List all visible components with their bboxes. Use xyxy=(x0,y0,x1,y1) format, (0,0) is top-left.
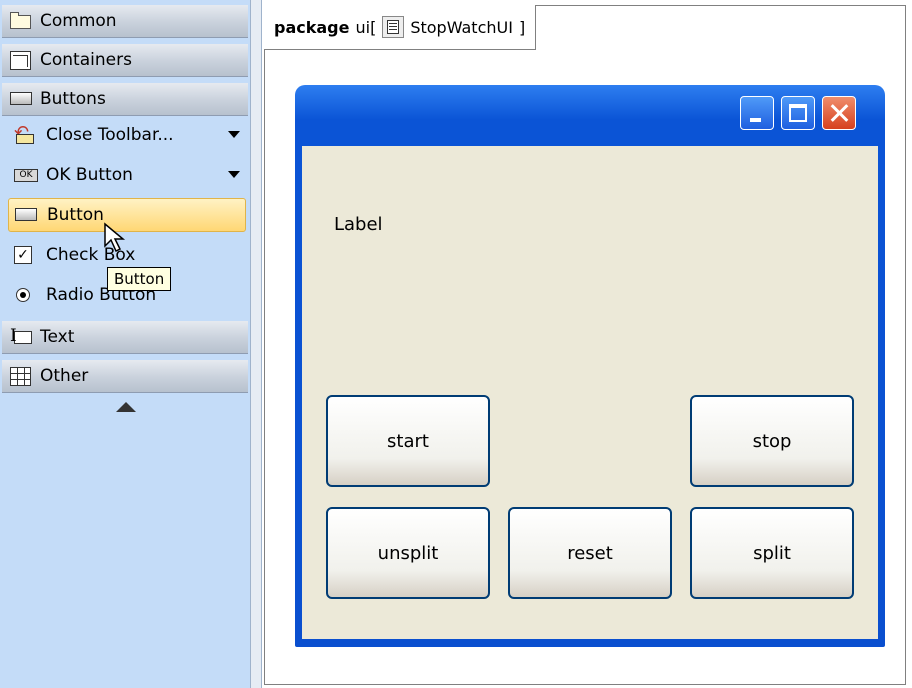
group-buttons-label: Buttons xyxy=(40,89,106,109)
diagram-canvas: package ui[ StopWatchUI ] Label start st… xyxy=(262,0,912,688)
palette-item-ok-button[interactable]: OK Button xyxy=(8,158,246,192)
group-containers-label: Containers xyxy=(40,50,132,70)
frame-bracket-open: [ xyxy=(370,17,377,37)
close-toolbar-icon xyxy=(14,122,38,144)
window-client-area: Label start stop unsplit reset split xyxy=(302,146,878,639)
maximize-icon[interactable] xyxy=(781,96,815,130)
button-icon xyxy=(10,90,32,108)
check-box-icon xyxy=(14,246,38,264)
ok-button-icon xyxy=(14,166,38,184)
palette-item-close-toolbar[interactable]: Close Toolbar... xyxy=(8,118,246,152)
stopwatch-window[interactable]: Label start stop unsplit reset split xyxy=(295,85,885,647)
split-button[interactable]: split xyxy=(690,507,854,599)
folder-icon xyxy=(10,12,32,30)
stop-button[interactable]: stop xyxy=(690,395,854,487)
reset-button[interactable]: reset xyxy=(508,507,672,599)
window-titlebar[interactable] xyxy=(295,85,885,145)
collapse-arrow-icon[interactable] xyxy=(116,402,136,412)
component-palette: Common Containers Buttons Close Toolbar.… xyxy=(0,0,250,688)
close-icon[interactable] xyxy=(822,96,856,130)
group-other[interactable]: Other xyxy=(2,360,248,393)
unsplit-button[interactable]: unsplit xyxy=(326,507,490,599)
group-buttons[interactable]: Buttons xyxy=(2,83,248,116)
group-common-label: Common xyxy=(40,11,117,31)
frame-header: package ui[ StopWatchUI ] xyxy=(264,5,537,50)
splitter[interactable] xyxy=(250,0,262,688)
time-label[interactable]: Label xyxy=(334,214,383,235)
mouse-cursor-icon xyxy=(104,222,126,253)
palette-item-label: Button xyxy=(47,205,104,225)
container-icon xyxy=(10,51,32,70)
chevron-down-icon[interactable] xyxy=(228,131,240,138)
text-icon xyxy=(10,326,32,346)
frame-keyword: package xyxy=(274,17,350,37)
group-text[interactable]: Text xyxy=(2,321,248,354)
group-other-label: Other xyxy=(40,366,89,386)
tooltip: Button xyxy=(107,267,172,291)
frame-bracket-close: ] xyxy=(518,17,526,37)
frame-name-text: ui xyxy=(355,17,371,37)
chevron-down-icon[interactable] xyxy=(228,171,240,178)
start-button[interactable]: start xyxy=(326,395,490,487)
radio-button-icon xyxy=(14,286,38,304)
palette-item-label: Close Toolbar... xyxy=(46,125,174,145)
group-text-label: Text xyxy=(40,327,75,347)
frame-name: ui[ xyxy=(355,18,376,37)
palette-item-label: OK Button xyxy=(46,165,133,185)
minimize-icon[interactable] xyxy=(740,96,774,130)
table-icon xyxy=(10,367,32,386)
diagram-icon xyxy=(382,16,405,38)
button-icon xyxy=(15,206,39,224)
frame-diagram-name: StopWatchUI xyxy=(410,17,513,37)
group-containers[interactable]: Containers xyxy=(2,44,248,77)
group-common[interactable]: Common xyxy=(2,5,248,38)
